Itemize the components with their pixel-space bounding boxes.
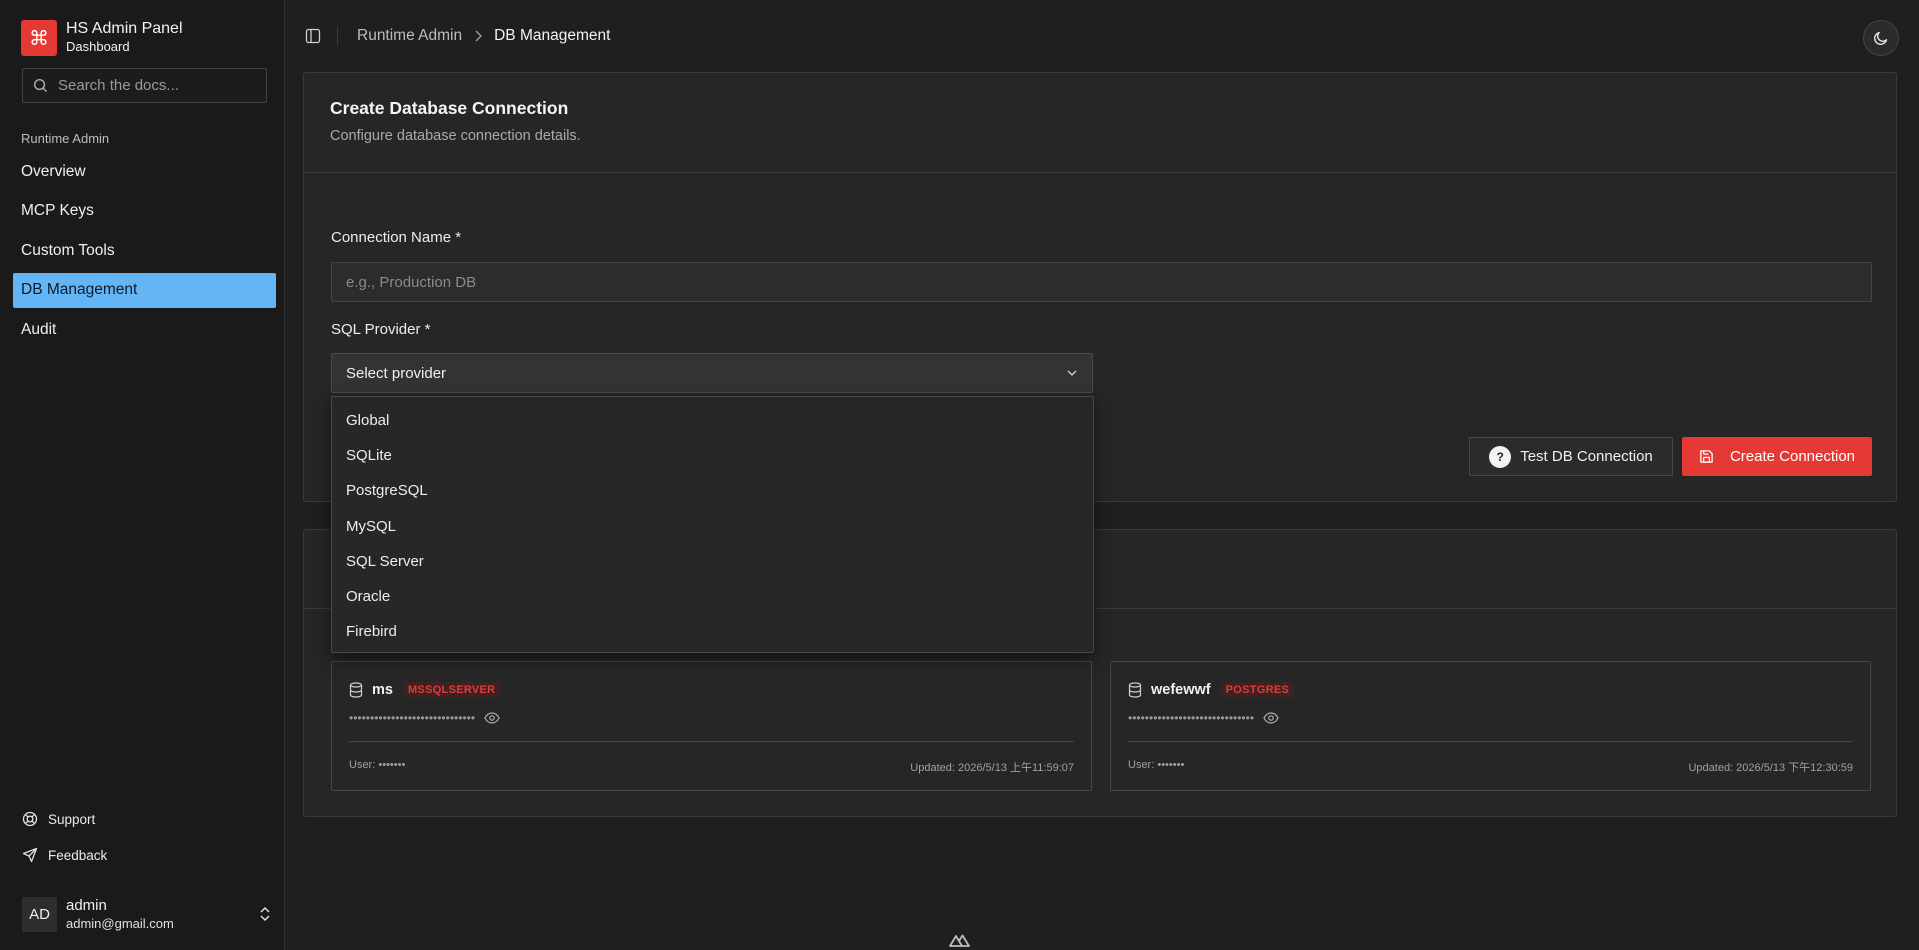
provider-option-mysql[interactable]: MySQL	[332, 509, 1093, 544]
breadcrumb-db-management: DB Management	[494, 27, 611, 44]
sidebar-item-mcp-keys[interactable]: MCP Keys	[13, 194, 276, 229]
provider-option-global[interactable]: Global	[332, 403, 1093, 438]
connection-user: User: •••••••	[1128, 759, 1185, 771]
nav-group-label: Runtime Admin	[21, 131, 110, 146]
header-divider	[337, 26, 338, 46]
connection-name: wefewwf	[1151, 682, 1211, 698]
support-label: Support	[48, 811, 96, 827]
user-menu[interactable]: AD admin admin@gmail.com	[22, 896, 272, 933]
database-icon	[1128, 682, 1142, 698]
sql-provider-select[interactable]: Select provider	[331, 353, 1093, 393]
sidebar-item-label: DB Management	[21, 281, 138, 298]
database-icon	[349, 682, 363, 698]
connection-updated: Updated: 2026/5/13 下午12:30:59	[1688, 762, 1853, 774]
connection-divider	[1128, 741, 1853, 742]
user-email: admin@gmail.com	[66, 915, 174, 931]
eye-icon[interactable]	[475, 712, 500, 724]
sidebar-item-label: Overview	[21, 162, 86, 180]
search-placeholder: Search the docs...	[58, 77, 179, 94]
provider-option-oracle[interactable]: Oracle	[332, 579, 1093, 614]
chevrons-up-down-icon	[258, 906, 272, 922]
search-input[interactable]: Search the docs...	[22, 68, 267, 103]
provider-badge: POSTGRES	[1220, 682, 1295, 698]
connection-name-input[interactable]: e.g., Production DB	[331, 262, 1872, 302]
sidebar: ⌘ HS Admin Panel Dashboard Search the do…	[0, 0, 285, 950]
create-connection-button[interactable]: Create Connection	[1682, 437, 1872, 476]
top-header: Runtime Admin DB Management	[285, 0, 1919, 72]
provider-option-postgresql[interactable]: PostgreSQL	[332, 473, 1093, 508]
breadcrumb: Runtime Admin DB Management	[357, 27, 610, 45]
sidebar-nav: Overview MCP Keys Custom Tools DB Manage…	[13, 154, 276, 352]
connection-card[interactable]: wefewwf POSTGRES •••••••••••••••••••••••…	[1110, 661, 1871, 791]
sql-provider-value: Select provider	[346, 364, 447, 382]
moon-icon	[1873, 30, 1889, 46]
chevron-down-icon	[1066, 367, 1078, 379]
card-title: Create Database Connection	[330, 98, 569, 118]
connection-name-placeholder: e.g., Production DB	[346, 273, 477, 291]
brand-title: HS Admin Panel	[66, 20, 183, 37]
sidebar-item-overview[interactable]: Overview	[13, 154, 276, 189]
brand[interactable]: ⌘ HS Admin Panel Dashboard	[21, 20, 183, 56]
breadcrumb-runtime-admin[interactable]: Runtime Admin	[357, 27, 462, 45]
sidebar-toggle-icon[interactable]	[305, 28, 321, 44]
sidebar-item-label: Custom Tools	[21, 241, 115, 259]
brand-subtitle: Dashboard	[66, 39, 130, 54]
sidebar-item-label: Audit	[21, 320, 57, 338]
connection-name-label: Connection Name *	[331, 229, 462, 246]
connection-card[interactable]: ms MSSQLSERVER •••••••••••••••••••••••••…	[331, 661, 1092, 791]
avatar: AD	[22, 897, 57, 932]
connection-string-masked: ••••••••••••••••••••••••••••••	[1128, 711, 1255, 725]
card-description: Configure database connection details.	[330, 128, 581, 144]
chevron-right-icon	[474, 30, 483, 42]
send-icon	[22, 847, 48, 863]
connection-string-masked: ••••••••••••••••••••••••••••••	[349, 711, 476, 725]
nuxt-logo-icon[interactable]	[949, 932, 971, 948]
test-button-label: Test DB Connection	[1520, 448, 1653, 465]
connection-user: User: •••••••	[349, 759, 406, 771]
user-name: admin	[66, 896, 107, 914]
provider-option-firebird[interactable]: Firebird	[332, 614, 1093, 649]
test-db-connection-button[interactable]: ? Test DB Connection	[1469, 437, 1673, 476]
feedback-link[interactable]: Feedback	[22, 847, 107, 863]
eye-icon[interactable]	[1254, 712, 1279, 724]
help-circle-icon: ?	[1489, 445, 1512, 468]
connection-name: ms	[372, 682, 393, 698]
sidebar-item-audit[interactable]: Audit	[13, 312, 276, 347]
sql-provider-label: SQL Provider *	[331, 321, 431, 338]
connection-updated: Updated: 2026/5/13 上午11:59:07	[910, 762, 1074, 774]
feedback-label: Feedback	[48, 847, 108, 863]
provider-badge: MSSQLSERVER	[402, 682, 501, 698]
connection-divider	[349, 741, 1074, 742]
support-link[interactable]: Support	[22, 811, 95, 827]
sidebar-item-db-management[interactable]: DB Management	[13, 272, 276, 308]
theme-toggle-button[interactable]	[1863, 20, 1899, 56]
command-icon: ⌘	[21, 20, 57, 56]
search-icon	[33, 78, 58, 93]
save-icon	[1699, 449, 1730, 464]
sidebar-item-label: MCP Keys	[21, 202, 94, 219]
sidebar-item-custom-tools[interactable]: Custom Tools	[13, 233, 276, 268]
provider-option-sqlite[interactable]: SQLite	[332, 438, 1093, 473]
lifebuoy-icon	[22, 811, 48, 827]
sql-provider-dropdown: Global SQLite PostgreSQL MySQL SQL Serve…	[331, 396, 1094, 653]
provider-option-sql-server[interactable]: SQL Server	[332, 544, 1093, 579]
create-button-label: Create Connection	[1729, 448, 1856, 465]
